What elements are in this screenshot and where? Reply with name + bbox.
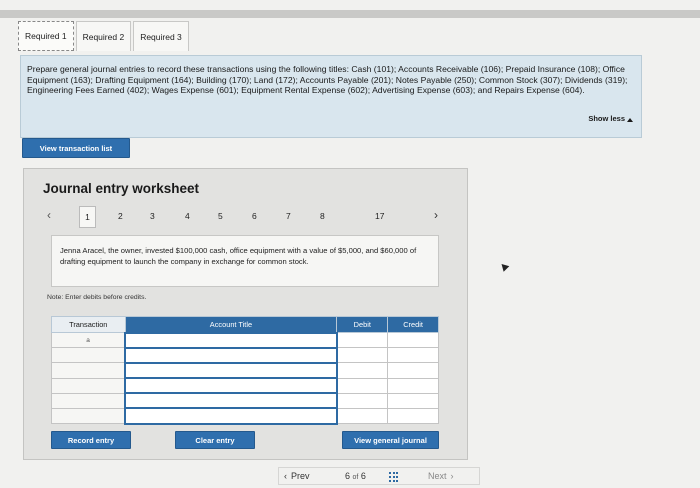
show-less-link[interactable]: Show less: [588, 114, 633, 125]
transaction-label: a: [51, 331, 126, 349]
caret-up-icon: [627, 117, 633, 122]
worksheet-title: Journal entry worksheet: [43, 181, 200, 196]
table-row: [51, 392, 439, 410]
transaction-text: Jenna Aracel, the owner, invested $100,0…: [60, 246, 417, 266]
account-title-input[interactable]: [124, 377, 338, 395]
account-title-input[interactable]: [124, 331, 338, 349]
table-row: a: [51, 331, 439, 349]
top-progress-bar: [0, 10, 700, 18]
chevron-left-icon[interactable]: ‹: [47, 208, 51, 222]
debit-input[interactable]: [336, 407, 389, 425]
record-entry-button[interactable]: Record entry: [51, 431, 131, 449]
credit-input[interactable]: [387, 331, 439, 349]
account-title-input[interactable]: [124, 407, 338, 425]
journal-entry-worksheet: Journal entry worksheet ‹ 1 2 3 4 5 6 7 …: [23, 168, 468, 460]
view-transaction-list-button[interactable]: View transaction list: [22, 138, 130, 158]
account-title-input[interactable]: [124, 346, 338, 364]
transaction-description: Jenna Aracel, the owner, invested $100,0…: [51, 235, 439, 287]
credit-input[interactable]: [387, 392, 439, 409]
show-less-label: Show less: [588, 114, 625, 124]
instructions-panel: Prepare general journal entries to recor…: [20, 55, 642, 138]
col-debit: Debit: [336, 316, 389, 333]
debit-input[interactable]: [336, 392, 389, 409]
page-8[interactable]: 8: [320, 211, 325, 221]
tab-required-2[interactable]: Required 2: [75, 21, 132, 51]
credit-input[interactable]: [387, 377, 439, 394]
view-general-journal-button[interactable]: View general journal: [342, 431, 439, 449]
page-2[interactable]: 2: [118, 211, 123, 221]
debit-input[interactable]: [336, 347, 389, 364]
table-row: [51, 361, 439, 380]
page-1[interactable]: 1: [79, 206, 96, 228]
table-header-row: Transaction Account Title Debit Credit: [51, 316, 439, 333]
col-credit: Credit: [387, 316, 439, 333]
requirement-tabs: Required 1 Required 2 Required 3: [18, 21, 191, 51]
transaction-cell: [51, 362, 126, 379]
tab-required-1[interactable]: Required 1: [18, 21, 74, 51]
clear-entry-button[interactable]: Clear entry: [175, 431, 255, 449]
debit-input[interactable]: [336, 377, 389, 394]
table-row: [51, 377, 439, 395]
credit-input[interactable]: [387, 347, 439, 364]
page-total: 6: [360, 471, 366, 481]
debit-credit-note: Note: Enter debits before credits.: [47, 294, 147, 301]
account-title-input[interactable]: [124, 392, 338, 410]
footer-navigation: ‹ Prev 6 of 6 Next ›: [0, 465, 700, 487]
debit-input[interactable]: [336, 331, 389, 349]
chevron-right-icon: ›: [450, 471, 454, 481]
col-transaction: Transaction: [51, 316, 126, 333]
mouse-cursor-icon: [498, 261, 510, 272]
transaction-cell: [51, 392, 126, 409]
page-7[interactable]: 7: [286, 211, 291, 221]
chevron-left-icon: ‹: [284, 471, 287, 481]
page-3[interactable]: 3: [150, 211, 155, 221]
transaction-pager: ‹ 1 2 3 4 5 6 7 8 17 ›: [39, 206, 459, 228]
page-indicator: 6 of 6: [345, 471, 366, 481]
journal-entry-table: Transaction Account Title Debit Credit a: [51, 316, 439, 425]
next-label: Next: [428, 471, 447, 481]
tab-required-3[interactable]: Required 3: [133, 21, 189, 51]
debit-input[interactable]: [336, 362, 389, 379]
page-6[interactable]: 6: [252, 211, 257, 221]
instructions-text: Prepare general journal entries to recor…: [27, 64, 628, 96]
page-current: 6: [345, 471, 351, 481]
chevron-right-icon[interactable]: ›: [434, 208, 438, 222]
transaction-cell: [51, 377, 126, 394]
transaction-cell: [51, 347, 126, 364]
transaction-cell: [51, 407, 126, 425]
page-4[interactable]: 4: [185, 211, 190, 221]
question-grid-icon[interactable]: [389, 472, 399, 482]
credit-input[interactable]: [387, 407, 439, 425]
page-of: of: [352, 474, 359, 481]
prev-label: Prev: [291, 471, 310, 481]
next-button[interactable]: Next ›: [428, 471, 454, 481]
table-row: [51, 407, 439, 425]
table-row: [51, 346, 439, 364]
credit-input[interactable]: [387, 362, 439, 379]
prev-button[interactable]: ‹ Prev: [284, 471, 310, 481]
col-account-title: Account Title: [124, 316, 338, 333]
page-17[interactable]: 17: [375, 211, 384, 221]
page-5[interactable]: 5: [218, 211, 223, 221]
account-title-input[interactable]: [124, 361, 338, 380]
